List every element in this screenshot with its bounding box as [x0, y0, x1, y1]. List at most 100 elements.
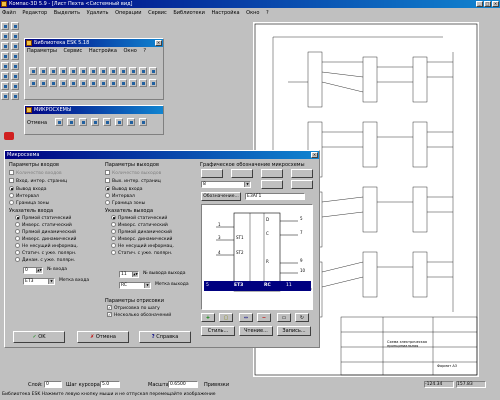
chevron-down-icon[interactable]: ▼ [144, 283, 150, 288]
menu-operations[interactable]: Операции [115, 10, 141, 16]
menu-settings[interactable]: Настройка [212, 10, 240, 16]
library-tool[interactable] [99, 67, 107, 75]
tool-button[interactable] [11, 62, 19, 70]
snap-label[interactable]: Привязки [204, 382, 229, 388]
microscheme-tool[interactable] [67, 118, 75, 126]
library-tool[interactable] [149, 67, 157, 75]
designation-button[interactable]: Обозначение... [201, 192, 241, 201]
inputs-radio-output[interactable]: Вывод входа [9, 186, 47, 193]
swap-pin-button[interactable]: ⇔ [239, 313, 253, 322]
library-menu-help[interactable]: ? [143, 48, 146, 54]
library-tool[interactable] [79, 79, 87, 87]
library-close-button[interactable]: × [155, 40, 162, 46]
chevron-down-icon[interactable]: ▼ [48, 279, 54, 284]
library-tool[interactable] [119, 67, 127, 75]
library-tool[interactable] [89, 79, 97, 87]
microscheme-tool[interactable] [79, 118, 87, 126]
tool-button[interactable] [11, 92, 19, 100]
output-indicator-option[interactable]: Прямой статический [111, 215, 167, 222]
output-indicator-option[interactable]: Прямой динамический [111, 229, 172, 236]
delete-pin-button[interactable]: − [257, 313, 271, 322]
library-menu-settings[interactable]: Настройка [89, 48, 117, 54]
input-indicator-option[interactable]: Инверс. статический [15, 222, 72, 229]
library-tool[interactable] [149, 79, 157, 87]
stop-icon[interactable] [4, 132, 14, 140]
tool-button[interactable] [1, 72, 9, 80]
menu-select[interactable]: Выделить [54, 10, 80, 16]
menu-window[interactable]: Окно [246, 10, 259, 16]
spin-icon[interactable]: ▲▼ [132, 272, 138, 277]
selected-pin-row[interactable]: 5 ET3 RC 11 [204, 281, 311, 291]
library-tool[interactable] [39, 79, 47, 87]
input-indicator-option[interactable]: Не несущий информац. [15, 243, 78, 250]
library-menu-window[interactable]: Окно [123, 48, 136, 54]
ok-button[interactable]: ✓ OK [13, 331, 65, 343]
write-button[interactable]: Запись... [277, 326, 311, 336]
output-indicator-option[interactable]: Инверс. статический [111, 222, 168, 229]
microscheme-tool[interactable] [127, 118, 135, 126]
library-tool[interactable] [99, 79, 107, 87]
library-tool[interactable] [129, 79, 137, 87]
cancel-button[interactable]: ✗ Отмена [77, 331, 129, 343]
menu-libraries[interactable]: Библиотеки [173, 10, 205, 16]
library-tool[interactable] [89, 67, 97, 75]
shape-button[interactable] [231, 169, 253, 178]
shape-button[interactable] [201, 169, 223, 178]
input-indicator-option[interactable]: Инверс. динамический [15, 236, 76, 243]
paste-pin-button[interactable]: ▢ [219, 313, 233, 322]
menu-service[interactable]: Сервис [148, 10, 167, 16]
microscheme-tool[interactable] [139, 118, 147, 126]
shape-button[interactable] [291, 180, 313, 189]
outputs-count-checkbox[interactable] [105, 170, 110, 175]
render-step-checkbox[interactable]: ✓ Отрисовка по шагу [107, 305, 160, 312]
tool-button[interactable] [1, 22, 9, 30]
dialog-close-button[interactable]: × [311, 152, 318, 158]
outputs-radio-output[interactable]: Вывод входа [105, 186, 143, 193]
tool-button[interactable] [1, 42, 9, 50]
output-number-field[interactable]: 11 ▲▼ [119, 271, 139, 278]
minimize-button[interactable]: _ [476, 1, 483, 7]
library-tool[interactable] [139, 79, 147, 87]
menu-delete[interactable]: Удалить [87, 10, 109, 16]
input-indicator-option[interactable]: Статич. с уже. полярн. [15, 250, 76, 257]
chevron-down-icon[interactable]: ▼ [244, 182, 250, 187]
library-tool[interactable] [119, 79, 127, 87]
tool-button[interactable] [1, 52, 9, 60]
copy-pin-button[interactable]: ▭ [277, 313, 291, 322]
outputs-count-row[interactable]: Количество выходов [105, 170, 161, 177]
tool-button[interactable] [11, 22, 19, 30]
zoom-field[interactable]: 0.6500 [168, 381, 198, 388]
help-button[interactable]: ? Справка [139, 331, 191, 343]
input-number-field[interactable]: 0 ▲▼ [23, 267, 43, 274]
library-tool[interactable] [49, 67, 57, 75]
outputs-radio-border[interactable]: Граница зоны [105, 200, 145, 207]
refresh-button[interactable]: ↻ [295, 313, 309, 322]
maximize-button[interactable]: □ [484, 1, 491, 7]
designation-field[interactable]: ЕЗАГ1 [245, 193, 305, 200]
graphic-select[interactable]: 8 ▼ [201, 181, 251, 188]
input-indicator-option[interactable]: Динам. с уже. полярн. [15, 257, 75, 264]
library-tool[interactable] [129, 67, 137, 75]
microscheme-tool[interactable] [55, 118, 63, 126]
inputs-pages-row[interactable]: Вход. интер. страниц [9, 178, 67, 185]
microscheme-tool[interactable] [91, 118, 99, 126]
library-tool[interactable] [49, 79, 57, 87]
library-tool[interactable] [69, 79, 77, 87]
tool-button[interactable] [1, 62, 9, 70]
add-pin-button[interactable]: + [201, 313, 215, 322]
input-mark-select[interactable]: ЕТ3 ▼ [23, 278, 55, 285]
input-indicator-option[interactable]: Прямой динамический [15, 229, 76, 236]
outputs-pages-row[interactable]: Вых. интер. страниц [105, 178, 161, 185]
style-button[interactable]: Стиль... [201, 326, 235, 336]
inputs-radio-border[interactable]: Граница зоны [9, 200, 49, 207]
read-button[interactable]: Чтение... [239, 326, 273, 336]
library-menu-service[interactable]: Сервис [64, 48, 83, 54]
library-tool[interactable] [29, 79, 37, 87]
tool-button[interactable] [1, 32, 9, 40]
close-button[interactable]: × [492, 1, 499, 7]
library-tool[interactable] [79, 67, 87, 75]
tool-button[interactable] [11, 52, 19, 60]
library-tool[interactable] [59, 67, 67, 75]
library-tool[interactable] [69, 67, 77, 75]
tool-button[interactable] [11, 42, 19, 50]
